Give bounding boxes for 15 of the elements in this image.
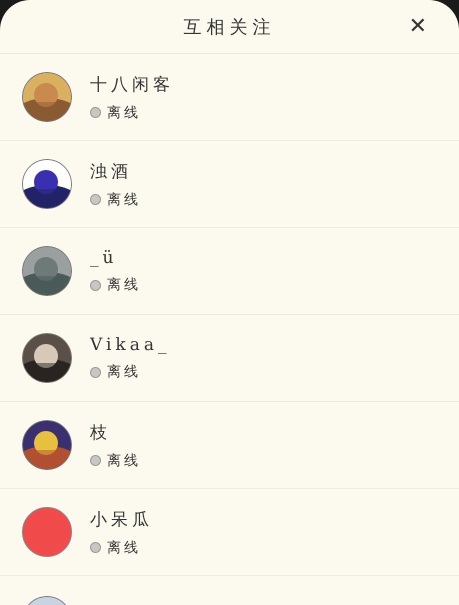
contact-name: 十八闲客 bbox=[90, 74, 174, 96]
status-text: 离线 bbox=[107, 363, 141, 381]
status-text: 离线 bbox=[107, 190, 141, 208]
status-text: 离线 bbox=[107, 538, 141, 556]
status-text: 离线 bbox=[107, 276, 141, 294]
contact-name: _ü bbox=[90, 248, 118, 268]
status-text: 离线 bbox=[107, 452, 141, 470]
contact-name: 小呆瓜 bbox=[90, 508, 153, 530]
status-text: 离线 bbox=[107, 104, 141, 122]
contact-name: 浊酒 bbox=[90, 160, 133, 182]
contact-name: Vikaa_ bbox=[90, 335, 170, 355]
sheet-title: 互相关注 bbox=[184, 16, 276, 38]
avatar[interactable] bbox=[22, 507, 72, 557]
contact-name: 枝 bbox=[90, 422, 112, 444]
close-button[interactable]: ✕ bbox=[406, 12, 429, 41]
